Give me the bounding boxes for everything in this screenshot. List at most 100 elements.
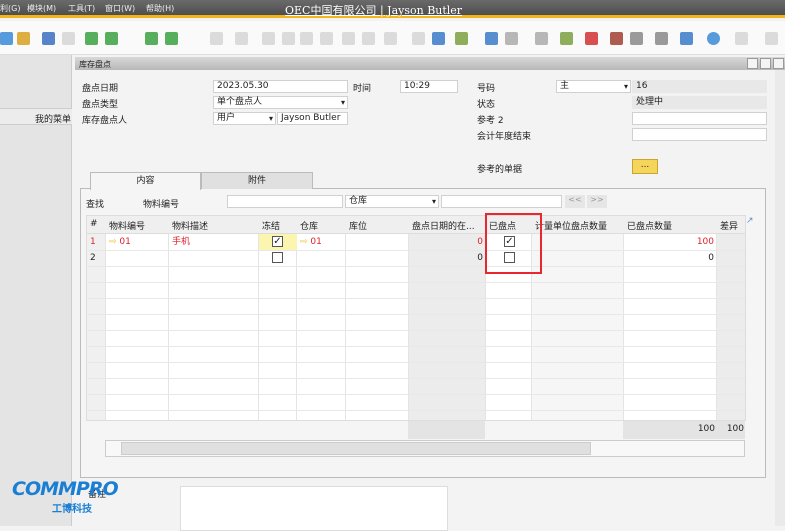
fy-end-label: 会计年度结束 <box>477 132 532 142</box>
attach-icon[interactable] <box>342 32 355 45</box>
find-field-label: 物料编号 <box>143 200 180 210</box>
window-scrollbar[interactable] <box>775 70 785 526</box>
items-table: # 物料编号 物料描述 冻结 仓库 库位 盘点日期的在... 已盘点 计量单位盘… <box>86 215 746 421</box>
doc-icon[interactable] <box>320 32 333 45</box>
counted-qty-cell[interactable]: 100 <box>624 234 717 250</box>
next-icon[interactable] <box>145 32 158 45</box>
app-title-bar: 利(G) 模块(M) 工具(T) 窗口(W) 帮助(H) OEC中国有限公司 |… <box>0 0 785 18</box>
header-uom-qty[interactable]: 计量单位盘点数量 <box>532 216 624 234</box>
doc-b-icon[interactable] <box>765 32 778 45</box>
find-input[interactable] <box>227 195 343 208</box>
filter-icon[interactable] <box>235 32 248 45</box>
vertical-scrollbar[interactable]: ↗ <box>746 215 756 421</box>
header-variance[interactable]: 差异 <box>717 216 745 234</box>
ref2-field[interactable] <box>632 112 767 125</box>
list-icon[interactable] <box>62 32 75 45</box>
window-title-bar: 库存盘点 <box>75 57 785 70</box>
maximize-button[interactable] <box>760 58 771 69</box>
link-arrow-icon[interactable]: ⇨ <box>109 237 117 247</box>
minimize-button[interactable] <box>747 58 758 69</box>
close-button[interactable] <box>773 58 784 69</box>
number-label: 号码 <box>477 84 496 94</box>
item-no-cell[interactable]: ⇨ 01 <box>106 234 134 250</box>
sort-icon[interactable] <box>262 32 275 45</box>
menu-go[interactable]: 利(G) <box>0 3 20 14</box>
highlight-box <box>485 213 542 274</box>
prev-button[interactable]: << <box>565 195 585 208</box>
ref2-label: 参考 2 <box>477 116 504 126</box>
warehouse-input[interactable] <box>441 195 562 208</box>
expand-icon[interactable]: ↗ <box>746 216 754 226</box>
menu-help[interactable]: 帮助(H) <box>146 3 174 14</box>
link-arrow-icon[interactable]: ⇨ <box>300 237 308 247</box>
counter-type-select[interactable]: 用户 <box>213 112 276 125</box>
header-warehouse[interactable]: 仓库 <box>297 216 346 234</box>
my-menu-label[interactable]: 我的菜单 <box>35 112 71 125</box>
in-stock-cell: 0 <box>477 253 483 263</box>
horizontal-scrollbar[interactable] <box>105 440 745 457</box>
forward-icon[interactable] <box>0 32 13 45</box>
menu-modules[interactable]: 模块(M) <box>27 3 56 14</box>
count-type-label: 盘点类型 <box>82 100 119 110</box>
tab-contents[interactable]: 内容 <box>90 172 201 190</box>
grid-icon[interactable] <box>384 32 397 45</box>
copy-from-icon[interactable] <box>282 32 295 45</box>
warehouse-select[interactable]: 仓库 <box>345 195 439 208</box>
header-item-no[interactable]: 物料编号 <box>106 216 169 234</box>
lock-doc-icon[interactable] <box>17 32 30 45</box>
previous-icon[interactable] <box>105 32 118 45</box>
counted-qty-cell[interactable]: 0 <box>624 250 717 266</box>
last-icon[interactable] <box>165 32 178 45</box>
toolbar <box>0 21 785 55</box>
count-type-select[interactable]: 单个盘点人 <box>213 96 348 109</box>
counter-name-field[interactable]: Jayson Butler <box>277 112 348 125</box>
status-label: 状态 <box>477 100 496 110</box>
edit-icon[interactable] <box>432 32 445 45</box>
series-select[interactable]: 主 <box>556 80 631 93</box>
help-icon[interactable] <box>707 32 720 45</box>
count-date-field[interactable]: 2023.05.30 <box>213 80 348 93</box>
header-in-stock[interactable]: 盘点日期的在... <box>409 216 486 234</box>
first-icon[interactable] <box>85 32 98 45</box>
tab-attachments[interactable]: 附件 <box>201 172 313 189</box>
left-panel: 我的菜单 <box>0 55 72 526</box>
fy-end-field[interactable] <box>632 128 767 141</box>
header-counted-qty[interactable]: 已盘点数量 <box>624 216 717 234</box>
user-icon[interactable] <box>655 32 668 45</box>
menu-window[interactable]: 窗口(W) <box>105 3 135 14</box>
number-field: 16 <box>632 80 767 93</box>
status-field: 处理中 <box>632 96 767 109</box>
web-icon[interactable] <box>680 32 693 45</box>
header-frozen[interactable]: 冻结 <box>259 216 297 234</box>
hierarchy-icon[interactable] <box>630 32 643 45</box>
commpro-logo: COMMPRO 工博科技 <box>12 478 119 515</box>
time-label: 时间 <box>353 84 372 94</box>
refresh-icon[interactable] <box>210 32 223 45</box>
copy-to-icon[interactable] <box>300 32 313 45</box>
time-field[interactable]: 10:29 <box>400 80 458 93</box>
menu-tools[interactable]: 工具(T) <box>68 3 95 14</box>
new-doc-icon[interactable] <box>455 32 468 45</box>
report-icon[interactable] <box>610 32 623 45</box>
item-desc-cell[interactable]: 手机 <box>169 234 193 250</box>
mail-icon[interactable] <box>585 32 598 45</box>
header-bin[interactable]: 库位 <box>346 216 409 234</box>
ref-docs-button[interactable]: ... <box>632 159 658 174</box>
doc-a-icon[interactable] <box>735 32 748 45</box>
scrollbar-thumb[interactable] <box>121 442 591 455</box>
warehouse-cell[interactable]: ⇨ 01 <box>297 234 325 250</box>
next-button[interactable]: >> <box>587 195 607 208</box>
check-icon[interactable] <box>412 32 425 45</box>
calendar-icon[interactable] <box>560 32 573 45</box>
message-icon[interactable] <box>505 32 518 45</box>
header-item-desc[interactable]: 物料描述 <box>169 216 259 234</box>
message2-icon[interactable] <box>535 32 548 45</box>
remarks-field[interactable] <box>180 486 448 531</box>
tree-icon[interactable] <box>362 32 375 45</box>
frozen-checkbox[interactable] <box>272 252 283 263</box>
frozen-checkbox[interactable]: ✓ <box>272 236 283 247</box>
app-title: OEC中国有限公司 | Jayson Butler <box>285 4 463 17</box>
counter-label: 库存盘点人 <box>82 116 128 126</box>
find-icon[interactable] <box>42 32 55 45</box>
settings-icon[interactable] <box>485 32 498 45</box>
